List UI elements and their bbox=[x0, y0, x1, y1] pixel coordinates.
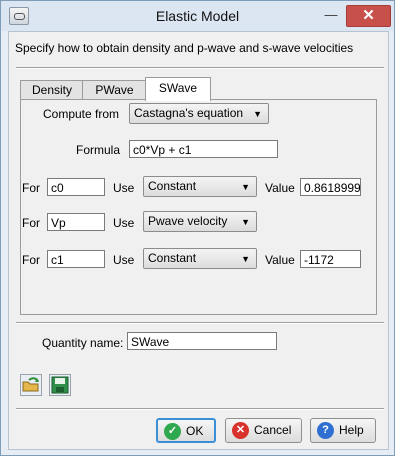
save-disk-icon bbox=[51, 376, 69, 394]
vp-variable-input[interactable]: Vp bbox=[47, 213, 105, 231]
cancel-icon: ✕ bbox=[232, 422, 249, 439]
middle-divider bbox=[16, 322, 384, 324]
c1-value-input[interactable]: -1172 bbox=[300, 250, 361, 268]
c0-value-input[interactable]: 0.8618999 bbox=[300, 178, 361, 196]
tab-pwave[interactable]: PWave bbox=[82, 80, 147, 100]
swave-panel: Compute from Castagna's equation ▼ Formul… bbox=[20, 99, 377, 315]
ok-button[interactable]: ✓ OK bbox=[156, 418, 216, 443]
open-folder-icon bbox=[22, 377, 39, 392]
c0-use-select[interactable]: Constant ▼ bbox=[143, 176, 257, 197]
for-label: For bbox=[22, 216, 40, 230]
help-button[interactable]: ? Help bbox=[310, 418, 376, 443]
help-icon: ? bbox=[317, 422, 334, 439]
c1-variable-input[interactable]: c1 bbox=[47, 250, 105, 268]
open-button[interactable] bbox=[20, 374, 42, 396]
minimize-icon[interactable]: — bbox=[318, 5, 344, 25]
title-bar[interactable]: Elastic Model — ✕ bbox=[1, 1, 394, 31]
value-label: Value bbox=[265, 181, 295, 195]
value-label: Value bbox=[265, 253, 295, 267]
compute-from-value: Castagna's equation bbox=[134, 106, 244, 120]
vp-use-select[interactable]: Pwave velocity ▼ bbox=[143, 211, 257, 232]
use-label: Use bbox=[113, 253, 135, 267]
for-label: For bbox=[22, 181, 40, 195]
save-button[interactable] bbox=[49, 374, 71, 396]
c0-use-value: Constant bbox=[148, 179, 197, 193]
chevron-down-icon: ▼ bbox=[253, 109, 262, 119]
dialog-body: Specify how to obtain density and p-wave… bbox=[8, 31, 389, 450]
checkmark-icon: ✓ bbox=[164, 423, 181, 440]
instruction-text: Specify how to obtain density and p-wave… bbox=[15, 41, 354, 55]
top-divider bbox=[16, 67, 384, 69]
chevron-down-icon: ▼ bbox=[241, 217, 250, 227]
help-button-label: Help bbox=[339, 423, 364, 437]
quantity-name-label: Quantity name: bbox=[42, 336, 124, 350]
elastic-model-window: Elastic Model — ✕ Specify how to obtain … bbox=[0, 0, 395, 456]
chevron-down-icon: ▼ bbox=[241, 254, 250, 264]
cancel-button[interactable]: ✕ Cancel bbox=[225, 418, 302, 443]
ok-button-label: OK bbox=[186, 424, 204, 438]
tab-density[interactable]: Density bbox=[20, 80, 84, 100]
chevron-down-icon: ▼ bbox=[241, 182, 250, 192]
tab-swave[interactable]: SWave bbox=[145, 77, 211, 101]
cancel-button-label: Cancel bbox=[254, 423, 292, 437]
bottom-divider bbox=[16, 408, 384, 410]
formula-input[interactable]: c0*Vp + c1 bbox=[129, 140, 278, 158]
c1-use-select[interactable]: Constant ▼ bbox=[143, 248, 257, 269]
use-label: Use bbox=[113, 181, 135, 195]
c0-variable-input[interactable]: c0 bbox=[47, 178, 105, 196]
quantity-name-input[interactable]: SWave bbox=[127, 332, 277, 350]
use-label: Use bbox=[113, 216, 135, 230]
close-icon[interactable]: ✕ bbox=[346, 5, 391, 27]
c1-use-value: Constant bbox=[148, 251, 197, 265]
vp-use-value: Pwave velocity bbox=[148, 214, 228, 228]
compute-from-label: Compute from bbox=[43, 107, 120, 121]
compute-from-select[interactable]: Castagna's equation ▼ bbox=[129, 103, 269, 124]
formula-label: Formula bbox=[76, 143, 121, 157]
for-label: For bbox=[22, 253, 40, 267]
